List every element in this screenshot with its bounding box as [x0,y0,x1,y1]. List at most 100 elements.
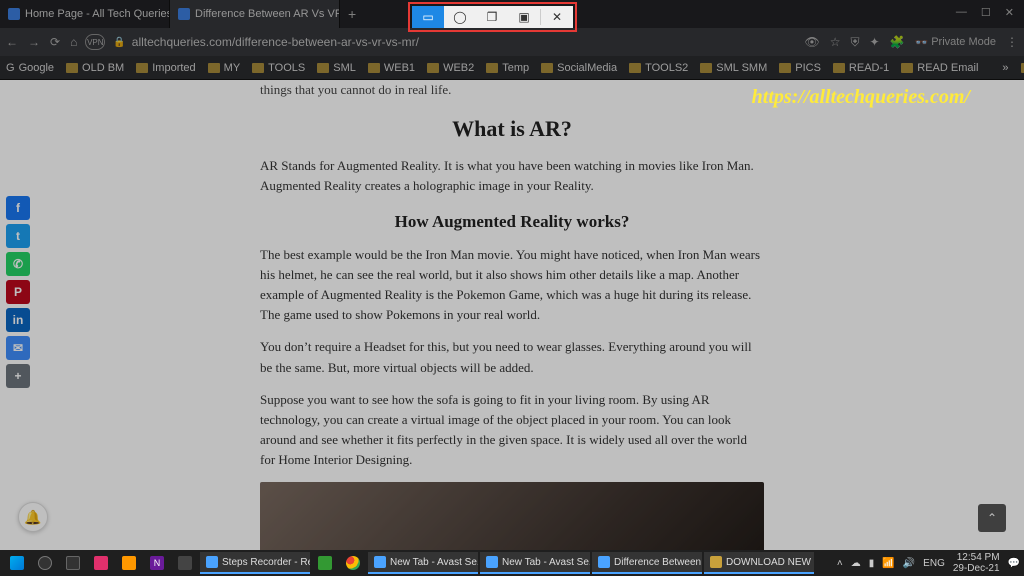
more-share-button[interactable]: + [6,364,30,388]
clock[interactable]: 12:54 PM 29-Dec-21 [953,552,1000,574]
bookmark-item[interactable]: SML [317,62,356,74]
extension-icon[interactable]: ✦ [869,35,879,49]
vpn-badge[interactable]: VPN [85,34,105,50]
notification-bell-button[interactable]: 🔔 [18,502,48,532]
linkedin-share-button[interactable]: in [6,308,30,332]
scroll-to-top-button[interactable]: ⌃ [978,504,1006,532]
folder-icon [700,63,712,73]
eye-off-icon[interactable]: 👁 [804,35,819,49]
bookmark-item[interactable]: TOOLS [252,62,305,74]
heading-what-is-ar: What is AR? [260,112,764,146]
other-bookmarks[interactable]: Other bookmarks [1021,62,1024,74]
twitter-share-button[interactable]: t [6,224,30,248]
minimize-icon[interactable]: ― [956,6,967,19]
star-icon[interactable]: ☆ [830,35,841,49]
app-icon [122,556,136,570]
tray-icon[interactable]: ☁ [851,558,861,569]
snip-close-button[interactable]: ✕ [541,6,573,28]
chrome-app[interactable] [340,552,366,574]
new-tab-button[interactable]: + [340,0,364,28]
address-bar: ← → ⟳ ⌂ VPN 🔒 alltechqueries.com/differe… [0,28,1024,56]
taskbar-task[interactable]: New Tab - Avast Se... [368,552,478,574]
snip-rectangle-button[interactable]: ▭ [412,6,444,28]
favicon-icon [178,8,190,20]
notifications-icon[interactable]: 💬 [1008,558,1020,569]
pinned-app[interactable] [312,552,338,574]
favicon-icon [8,8,20,20]
maximize-icon[interactable]: ☐ [981,6,991,19]
search-button[interactable] [32,552,58,574]
volume-icon[interactable]: 🔊 [903,558,915,569]
bookmark-item[interactable]: SocialMedia [541,62,617,74]
folder-icon [710,556,722,568]
bookmark-item[interactable]: WEB2 [427,62,474,74]
snipping-toolbar-highlight: ▭ ◯ ❐ ▣ ✕ [408,2,577,32]
pinned-app[interactable] [88,552,114,574]
app-icon: N [150,556,164,570]
url-field[interactable]: 🔒 alltechqueries.com/difference-between-… [113,35,796,49]
bookmarks-bar: GGoogle OLD BM Imported MY TOOLS SML WEB… [0,56,1024,80]
taskbar-task[interactable]: Difference Between... [592,552,702,574]
article-image [260,482,764,550]
bookmark-item[interactable]: PICS [779,62,821,74]
bookmark-item[interactable]: WEB1 [368,62,415,74]
tray-chevron-icon[interactable]: ˄ [837,558,843,569]
bookmark-item[interactable]: Temp [486,62,529,74]
snip-fullscreen-button[interactable]: ▣ [508,6,540,28]
folder-icon [486,63,498,73]
mask-icon: 👓 [914,36,928,49]
snipping-toolbar: ▭ ◯ ❐ ▣ ✕ [412,6,573,28]
reload-icon[interactable]: ⟳ [50,35,60,49]
bookmark-item[interactable]: TOOLS2 [629,62,688,74]
taskbar-task[interactable]: DOWNLOAD NEW [704,552,814,574]
folder-icon [427,63,439,73]
wifi-icon[interactable]: 📶 [882,558,894,569]
home-icon[interactable]: ⌂ [70,35,77,49]
taskbar-task[interactable]: New Tab - Avast Se... [480,552,590,574]
bookmark-item[interactable]: OLD BM [66,62,124,74]
task-view-button[interactable] [60,552,86,574]
folder-icon [66,63,78,73]
folder-icon [779,63,791,73]
browser-tab[interactable]: Difference Between AR Vs VR V... × [170,0,340,28]
pinned-app[interactable] [172,552,198,574]
app-icon [178,556,192,570]
snip-window-button[interactable]: ❐ [476,6,508,28]
facebook-share-button[interactable]: f [6,196,30,220]
forward-icon[interactable]: → [28,35,40,49]
snip-freeform-button[interactable]: ◯ [444,6,476,28]
close-window-icon[interactable]: ✕ [1005,6,1014,19]
url-text: alltechqueries.com/difference-between-ar… [132,35,419,49]
bookmark-item[interactable]: GGoogle [6,62,54,74]
start-button[interactable] [4,552,30,574]
puzzle-icon[interactable]: 🧩 [890,35,905,49]
watermark-url: https://alltechqueries.com/ [752,86,970,109]
whatsapp-share-button[interactable]: ✆ [6,252,30,276]
email-share-button[interactable]: ✉ [6,336,30,360]
bookmark-item[interactable]: MY [208,62,241,74]
bookmark-item[interactable]: SML SMM [700,62,767,74]
back-icon[interactable]: ← [6,35,18,49]
system-tray: ˄ ☁ ▮ 📶 🔊 ENG 12:54 PM 29-Dec-21 💬 [837,552,1020,574]
pinned-app[interactable] [116,552,142,574]
bookmark-item[interactable]: READ Email [901,62,978,74]
windows-icon [10,556,24,570]
pinned-app[interactable]: N [144,552,170,574]
bookmark-item[interactable]: Imported [136,62,195,74]
menu-icon[interactable]: ⋮ [1006,35,1018,49]
app-icon [374,556,386,568]
pinterest-share-button[interactable]: P [6,280,30,304]
search-icon [38,556,52,570]
app-icon [318,556,332,570]
folder-icon [208,63,220,73]
language-indicator[interactable]: ENG [923,558,945,569]
shield-icon[interactable]: ⛨ [850,35,859,50]
battery-icon[interactable]: ▮ [869,558,875,569]
taskbar-task[interactable]: Steps Recorder - Re... [200,552,310,574]
bookmark-item[interactable]: READ-1 [833,62,889,74]
article-body: things that you cannot do in real life. … [252,80,772,550]
private-mode-badge[interactable]: 👓 Private Mode [914,36,996,49]
tab-title: Difference Between AR Vs VR V... [195,8,340,20]
browser-tab[interactable]: Home Page - All Tech Queries × [0,0,170,28]
overflow-icon[interactable]: » [1002,62,1008,74]
